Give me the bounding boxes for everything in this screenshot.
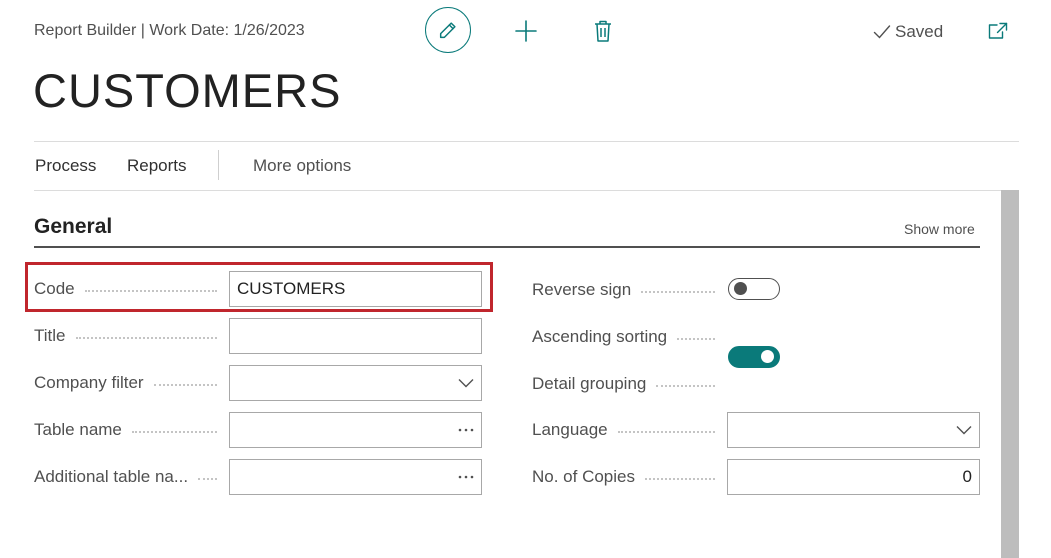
chevron-down-icon xyxy=(956,426,972,435)
reverse-sign-toggle[interactable] xyxy=(728,278,780,300)
saved-status: Saved xyxy=(873,22,943,42)
no-of-copies-field[interactable] xyxy=(727,459,980,495)
additional-table-name-lookup-button[interactable] xyxy=(458,475,474,479)
additional-table-name-field[interactable] xyxy=(229,459,482,495)
open-new-window-icon xyxy=(988,22,1008,39)
ascending-sorting-toggle[interactable] xyxy=(728,346,780,368)
no-of-copies-label: No. of Copies xyxy=(532,466,727,488)
reverse-sign-label: Reverse sign xyxy=(532,279,727,301)
title-label: Title xyxy=(34,325,229,347)
menu-more-options[interactable]: More options xyxy=(253,156,351,176)
ellipsis-icon xyxy=(458,475,474,479)
table-name-label: Table name xyxy=(34,419,229,441)
chevron-down-icon xyxy=(458,379,474,388)
page-title: CUSTOMERS xyxy=(33,64,342,117)
header-divider xyxy=(34,141,1019,142)
new-button[interactable] xyxy=(514,19,538,43)
title-field[interactable] xyxy=(229,318,482,354)
language-dropdown[interactable] xyxy=(727,412,980,448)
section-divider xyxy=(34,246,980,248)
title-input[interactable] xyxy=(237,326,474,346)
company-filter-dropdown[interactable] xyxy=(229,365,482,401)
section-title: General xyxy=(34,215,113,238)
company-filter-label: Company filter xyxy=(34,372,229,394)
menu-divider xyxy=(34,190,1001,191)
show-more-link[interactable]: Show more xyxy=(904,221,975,237)
checkmark-icon xyxy=(873,25,891,39)
menu-reports[interactable]: Reports xyxy=(127,156,187,176)
no-of-copies-input[interactable] xyxy=(735,467,972,487)
ascending-sorting-label: Ascending sorting xyxy=(532,326,727,348)
open-new-window-button[interactable] xyxy=(987,21,1009,41)
saved-label: Saved xyxy=(895,22,944,41)
scrollbar[interactable] xyxy=(1001,190,1019,558)
menu-separator xyxy=(218,150,219,180)
delete-button[interactable] xyxy=(592,19,614,43)
table-name-lookup-button[interactable] xyxy=(458,428,474,432)
language-label: Language xyxy=(532,419,727,441)
breadcrumb: Report Builder | Work Date: 1/26/2023 xyxy=(34,22,305,39)
ellipsis-icon xyxy=(458,428,474,432)
edit-button[interactable] xyxy=(425,7,471,53)
trash-icon xyxy=(595,20,611,42)
additional-table-name-label: Additional table na... xyxy=(34,466,229,488)
plus-icon xyxy=(515,20,537,42)
code-highlight-box xyxy=(25,262,493,312)
menu-process[interactable]: Process xyxy=(35,156,96,176)
pencil-icon xyxy=(439,22,456,39)
detail-grouping-label: Detail grouping xyxy=(532,373,727,395)
table-name-field[interactable] xyxy=(229,412,482,448)
